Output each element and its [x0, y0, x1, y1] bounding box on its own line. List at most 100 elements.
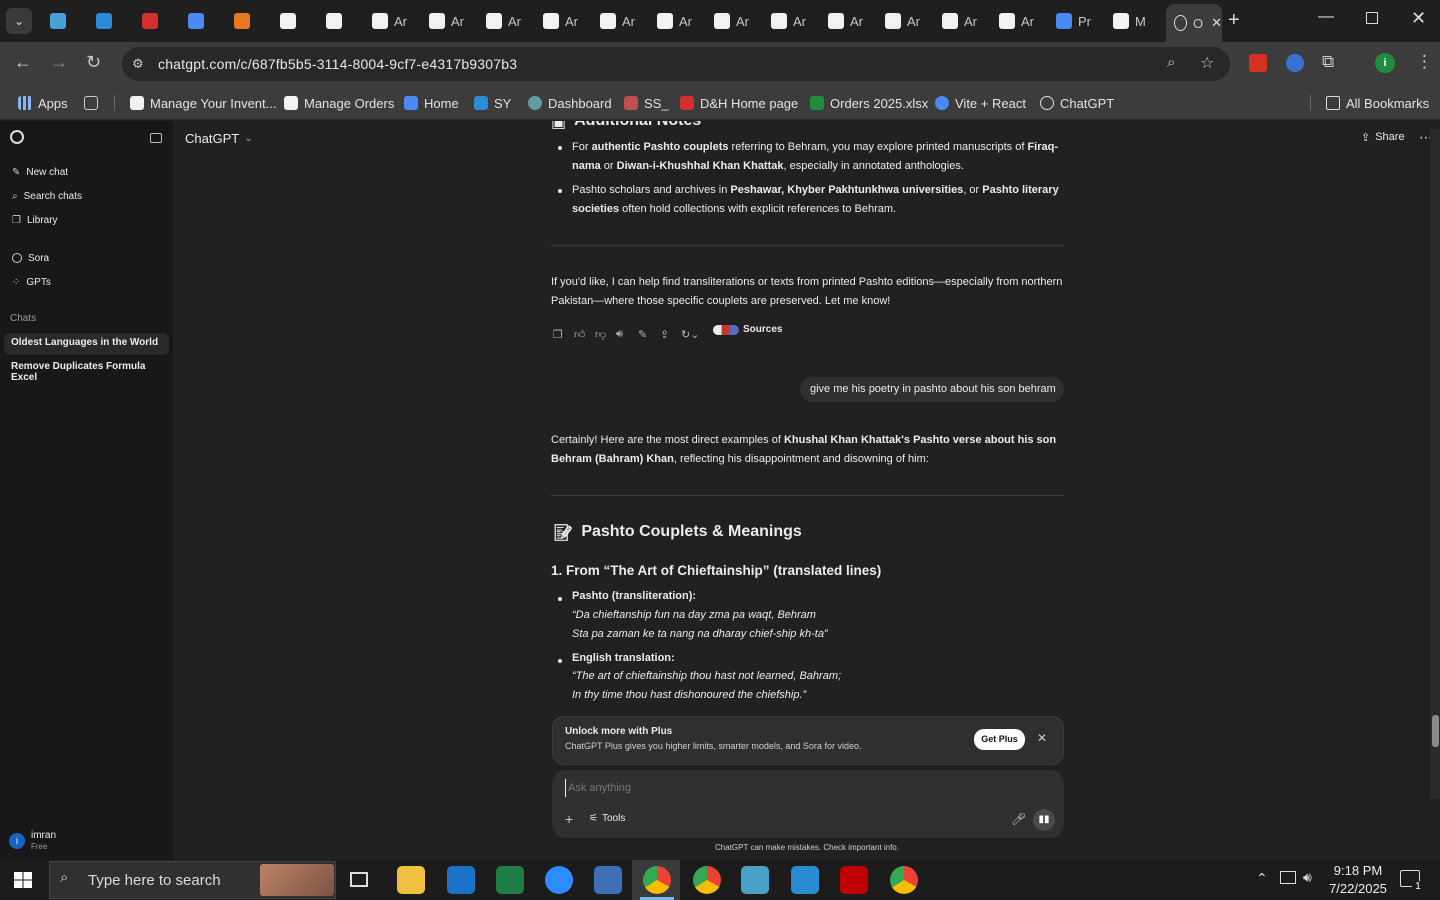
browser-tab[interactable]: Ar [942, 6, 977, 36]
bookmark-dashboard[interactable]: Dashboard [528, 93, 612, 113]
tools-button[interactable]: ⚟ Tools [589, 813, 625, 824]
back-arrow-icon[interactable]: ← [14, 52, 32, 73]
copy-icon[interactable]: ❐ [553, 328, 563, 341]
browser-tab[interactable]: Ar [999, 6, 1034, 36]
windows-start-icon[interactable] [14, 872, 32, 888]
read-aloud-icon[interactable]: 🔊︎ [616, 328, 623, 341]
browser-tab[interactable]: Ar [828, 6, 863, 36]
task-view-icon[interactable] [350, 872, 368, 887]
close-tab-icon[interactable]: ✕ [1211, 15, 1222, 31]
tab-search-chevron-icon[interactable]: ⌄ [6, 8, 32, 34]
zoom-icon[interactable]: ⌕ [1167, 54, 1175, 71]
browser-menu-icon[interactable]: ⋮ [1416, 52, 1433, 72]
bookmark-star-icon[interactable]: ☆ [1200, 53, 1214, 73]
browser-tab[interactable]: Ar [543, 6, 578, 36]
tray-chevron-icon[interactable]: ⌃ [1256, 870, 1268, 887]
close-icon[interactable]: ✕ [1037, 731, 1047, 745]
filezilla-icon[interactable] [840, 866, 868, 894]
microphone-icon[interactable]: 🎤︎ [1011, 812, 1026, 826]
openai-logo-icon[interactable] [10, 130, 24, 144]
all-bookmarks-button[interactable]: All Bookmarks [1326, 93, 1429, 113]
file-explorer-icon[interactable] [397, 866, 425, 894]
clock-time[interactable]: 9:18 PM [1333, 863, 1383, 878]
close-sidebar-icon[interactable] [150, 133, 162, 143]
profile-avatar[interactable]: i [1375, 53, 1395, 73]
chat-item-label[interactable]: Remove Duplicates Formula Excel [11, 361, 173, 383]
close-window-button[interactable]: ✕ [1411, 8, 1426, 29]
bookmark-home[interactable]: Home [404, 93, 459, 113]
search-chats-button[interactable]: ⌕ Search chats [12, 188, 82, 204]
scrollbar-thumb[interactable] [1432, 715, 1439, 747]
sources-button[interactable]: Sources [713, 324, 782, 335]
site-info-icon[interactable]: ⚙ [132, 56, 144, 72]
forward-arrow-icon[interactable]: → [50, 52, 68, 73]
browser-tab[interactable]: O ✕ [1166, 4, 1222, 42]
bookmark-apps[interactable]: Apps [18, 93, 68, 113]
chrome-alt-icon[interactable] [890, 866, 918, 894]
reload-icon[interactable]: ↻ [86, 52, 101, 73]
new-chat-button[interactable]: ✎ New chat [12, 164, 68, 180]
bookmark-vite-react[interactable]: Vite + React [935, 93, 1026, 113]
network-icon[interactable] [1280, 871, 1296, 884]
voice-mode-button[interactable]: ▮▮ [1033, 809, 1055, 831]
share-button[interactable]: ⇪ Share [1361, 131, 1405, 144]
browser-tab[interactable] [50, 6, 72, 36]
browser-tab[interactable]: Ar [714, 6, 749, 36]
bookmark-orders-xlsx[interactable]: Orders 2025.xlsx [810, 93, 928, 113]
browser-tab[interactable] [142, 6, 164, 36]
bookmark-ss[interactable]: SS_ [624, 93, 669, 113]
bookmark-tab-groups[interactable] [84, 93, 104, 113]
browser-tab[interactable] [280, 6, 302, 36]
bookmark-dh-home[interactable]: D&H Home page [680, 93, 798, 113]
browser-tab[interactable] [188, 6, 210, 36]
extension-blue-icon[interactable] [1286, 54, 1304, 72]
browser-tab[interactable] [234, 6, 256, 36]
browser-tab[interactable]: Pr [1056, 6, 1091, 36]
notepad-icon[interactable] [741, 866, 769, 894]
get-plus-button[interactable]: Get Plus [974, 729, 1025, 750]
library-button[interactable]: ❒ Library [12, 212, 58, 228]
model-selector[interactable]: ChatGPT ⌄ [185, 131, 253, 146]
sora-button[interactable]: Sora [12, 250, 49, 266]
address-bar[interactable]: ⚙ chatgpt.com/c/687fb5b5-3114-8004-9cf7-… [122, 47, 1230, 81]
extension-red-icon[interactable] [1249, 54, 1267, 72]
extensions-puzzle-icon[interactable]: ⧉ [1322, 52, 1334, 72]
clock-date[interactable]: 7/22/2025 [1325, 881, 1391, 896]
volume-icon[interactable]: 🔊︎ [1303, 869, 1312, 886]
browser-tab[interactable] [96, 6, 118, 36]
thumbs-up-icon[interactable]: 👍︎ [574, 328, 586, 341]
calculator-icon[interactable] [594, 866, 622, 894]
chrome-profile-icon[interactable] [693, 866, 721, 894]
browser-tab[interactable]: Ar [429, 6, 464, 36]
user-name[interactable]: imran [31, 830, 56, 841]
prompt-input[interactable] [565, 779, 1045, 797]
zoom-icon[interactable] [545, 866, 573, 894]
browser-tab[interactable]: Ar [600, 6, 635, 36]
chat-item-label[interactable]: Oldest Languages in the World [11, 337, 158, 348]
restore-button[interactable] [1366, 12, 1378, 24]
gpts-button[interactable]: ⁘ GPTs [12, 274, 51, 290]
add-attachment-icon[interactable]: + [565, 811, 573, 827]
share-icon[interactable]: ⇪ [660, 328, 669, 341]
bookmark-manage-inventory[interactable]: Manage Your Invent... [130, 93, 276, 113]
browser-tab[interactable] [326, 6, 348, 36]
edit-icon[interactable]: ✎ [638, 328, 647, 341]
outlook-icon[interactable] [447, 866, 475, 894]
browser-tab[interactable]: Ar [486, 6, 521, 36]
regenerate-icon[interactable]: ↻⌄ [681, 328, 699, 341]
browser-tab[interactable]: Ar [657, 6, 692, 36]
new-tab-button[interactable]: + [1228, 9, 1240, 32]
scrollbar-track[interactable] [1430, 129, 1440, 799]
browser-tab[interactable]: Ar [771, 6, 806, 36]
browser-tab[interactable]: Ar [372, 6, 407, 36]
taskbar-search-text[interactable]: Type here to search [88, 872, 221, 889]
url-text[interactable]: chatgpt.com/c/687fb5b5-3114-8004-9cf7-e4… [158, 56, 517, 72]
bookmark-chatgpt[interactable]: ChatGPT [1040, 93, 1114, 113]
bookmark-manage-orders[interactable]: Manage Orders [284, 93, 394, 113]
thumbs-down-icon[interactable]: 👎︎ [595, 328, 606, 341]
user-avatar[interactable]: i [9, 833, 25, 849]
chrome-icon[interactable] [643, 866, 671, 894]
minimize-button[interactable]: — [1318, 8, 1334, 26]
excel-icon[interactable] [496, 866, 524, 894]
browser-tab[interactable]: M [1113, 6, 1146, 36]
